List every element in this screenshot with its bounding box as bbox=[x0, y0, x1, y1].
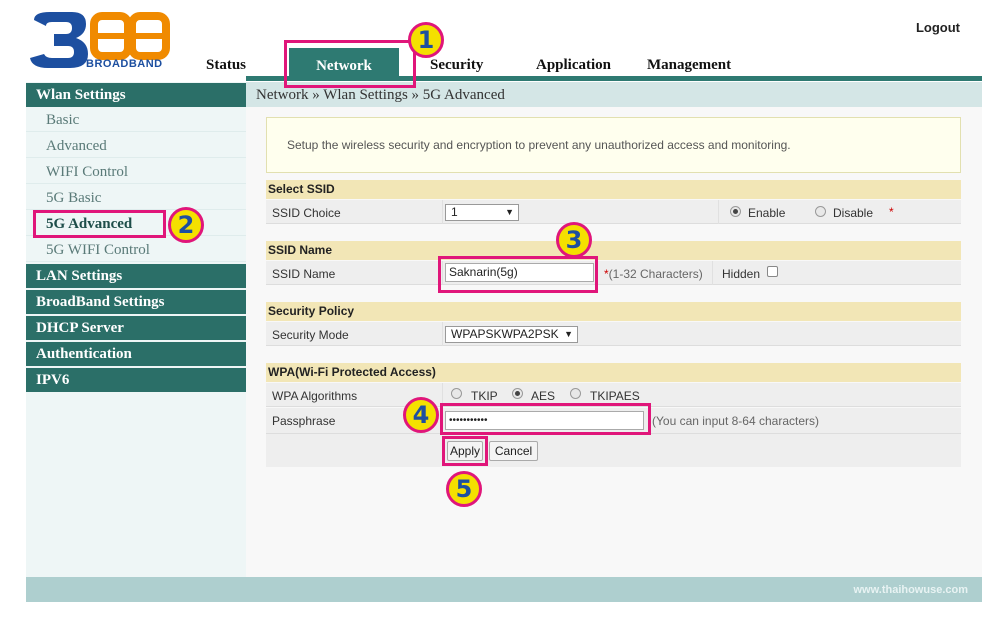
ssid-choice-label: SSID Choice bbox=[272, 206, 341, 220]
highlight-5g-advanced bbox=[33, 210, 166, 238]
highlight-apply bbox=[442, 436, 488, 466]
required-mark: * bbox=[889, 205, 894, 219]
tkip-label: TKIP bbox=[471, 389, 498, 403]
info-note: Setup the wireless security and encrypti… bbox=[266, 117, 961, 173]
security-mode-label: Security Mode bbox=[272, 328, 349, 342]
button-row bbox=[266, 434, 961, 467]
nav-management[interactable]: Management bbox=[647, 57, 731, 74]
select-ssid-heading: Select SSID bbox=[266, 180, 961, 199]
enable-radio[interactable] bbox=[730, 206, 741, 217]
nav-status[interactable]: Status bbox=[206, 57, 246, 74]
column-divider bbox=[442, 322, 443, 346]
aes-radio[interactable] bbox=[512, 388, 523, 399]
nav-security[interactable]: Security bbox=[430, 57, 483, 74]
ssid-length-hint: (1-32 Characters) bbox=[608, 267, 703, 281]
sidebar-dhcp-server[interactable]: DHCP Server bbox=[26, 316, 246, 340]
step-badge-4: 4 bbox=[403, 397, 439, 433]
sidebar-authentication[interactable]: Authentication bbox=[26, 342, 246, 366]
sidebar-lan-settings[interactable]: LAN Settings bbox=[26, 264, 246, 288]
passphrase-hint: (You can input 8-64 characters) bbox=[652, 414, 819, 428]
ssid-name-heading: SSID Name bbox=[266, 241, 961, 260]
sidebar-item-wifi-control[interactable]: WIFI Control bbox=[26, 160, 246, 184]
disable-radio[interactable] bbox=[815, 206, 826, 217]
tkipaes-label: TKIPAES bbox=[590, 389, 640, 403]
hidden-checkbox[interactable] bbox=[767, 266, 778, 277]
sidebar-item-advanced[interactable]: Advanced bbox=[26, 134, 246, 158]
step-badge-2: 2 bbox=[168, 207, 204, 243]
highlight-passphrase bbox=[440, 403, 651, 435]
sidebar-item-5g-basic[interactable]: 5G Basic bbox=[26, 186, 246, 210]
tkipaes-radio[interactable] bbox=[570, 388, 581, 399]
ssid-name-hint: *(1-32 Characters) bbox=[604, 267, 703, 281]
step-badge-5: 5 bbox=[446, 471, 482, 507]
ssid-choice-value: 1 bbox=[451, 205, 458, 219]
passphrase-label: Passphrase bbox=[272, 414, 336, 428]
sidebar-item-basic[interactable]: Basic bbox=[26, 108, 246, 132]
ssid-name-label: SSID Name bbox=[272, 267, 336, 281]
column-divider bbox=[442, 200, 443, 224]
column-divider bbox=[712, 261, 713, 285]
sidebar-ipv6[interactable]: IPV6 bbox=[26, 368, 246, 392]
wpa-heading: WPA(Wi-Fi Protected Access) bbox=[266, 363, 961, 382]
nav-application[interactable]: Application bbox=[536, 57, 611, 74]
tkip-radio[interactable] bbox=[451, 388, 462, 399]
disable-label: Disable bbox=[833, 206, 874, 220]
cancel-button[interactable]: Cancel bbox=[489, 441, 538, 461]
highlight-ssid-name bbox=[438, 256, 598, 293]
aes-label: AES bbox=[531, 389, 556, 403]
sidebar-wlan-settings[interactable]: Wlan Settings bbox=[26, 83, 246, 107]
dropdown-arrow-icon: ▼ bbox=[564, 329, 573, 339]
brand-logo: BROADBAND bbox=[28, 10, 170, 72]
security-mode-select[interactable]: WPAPSKWPA2PSK ▼ bbox=[445, 326, 578, 343]
security-policy-heading: Security Policy bbox=[266, 302, 961, 321]
step-badge-1: 1 bbox=[408, 22, 444, 58]
footer-bar bbox=[26, 577, 982, 602]
hidden-label: Hidden bbox=[722, 267, 761, 281]
security-mode-value: WPAPSKWPA2PSK bbox=[451, 327, 559, 341]
dropdown-arrow-icon: ▼ bbox=[505, 207, 514, 217]
logout-link[interactable]: Logout bbox=[916, 20, 960, 35]
watermark-text: www.thaihowuse.com bbox=[853, 584, 969, 596]
ssid-choice-select[interactable]: 1 ▼ bbox=[445, 204, 519, 221]
sidebar: Wlan Settings Basic Advanced WIFI Contro… bbox=[26, 82, 246, 577]
security-mode-row: Security Mode bbox=[266, 322, 961, 346]
sidebar-item-5g-wifi-control[interactable]: 5G WIFI Control bbox=[26, 238, 246, 262]
step-badge-3: 3 bbox=[556, 222, 592, 258]
column-divider bbox=[718, 200, 719, 224]
enable-label: Enable bbox=[748, 206, 786, 220]
highlight-network-tab bbox=[284, 40, 416, 88]
logo-text: BROADBAND bbox=[86, 58, 163, 70]
sidebar-broadband-settings[interactable]: BroadBand Settings bbox=[26, 290, 246, 314]
wpa-algorithms-label: WPA Algorithms bbox=[272, 389, 358, 403]
